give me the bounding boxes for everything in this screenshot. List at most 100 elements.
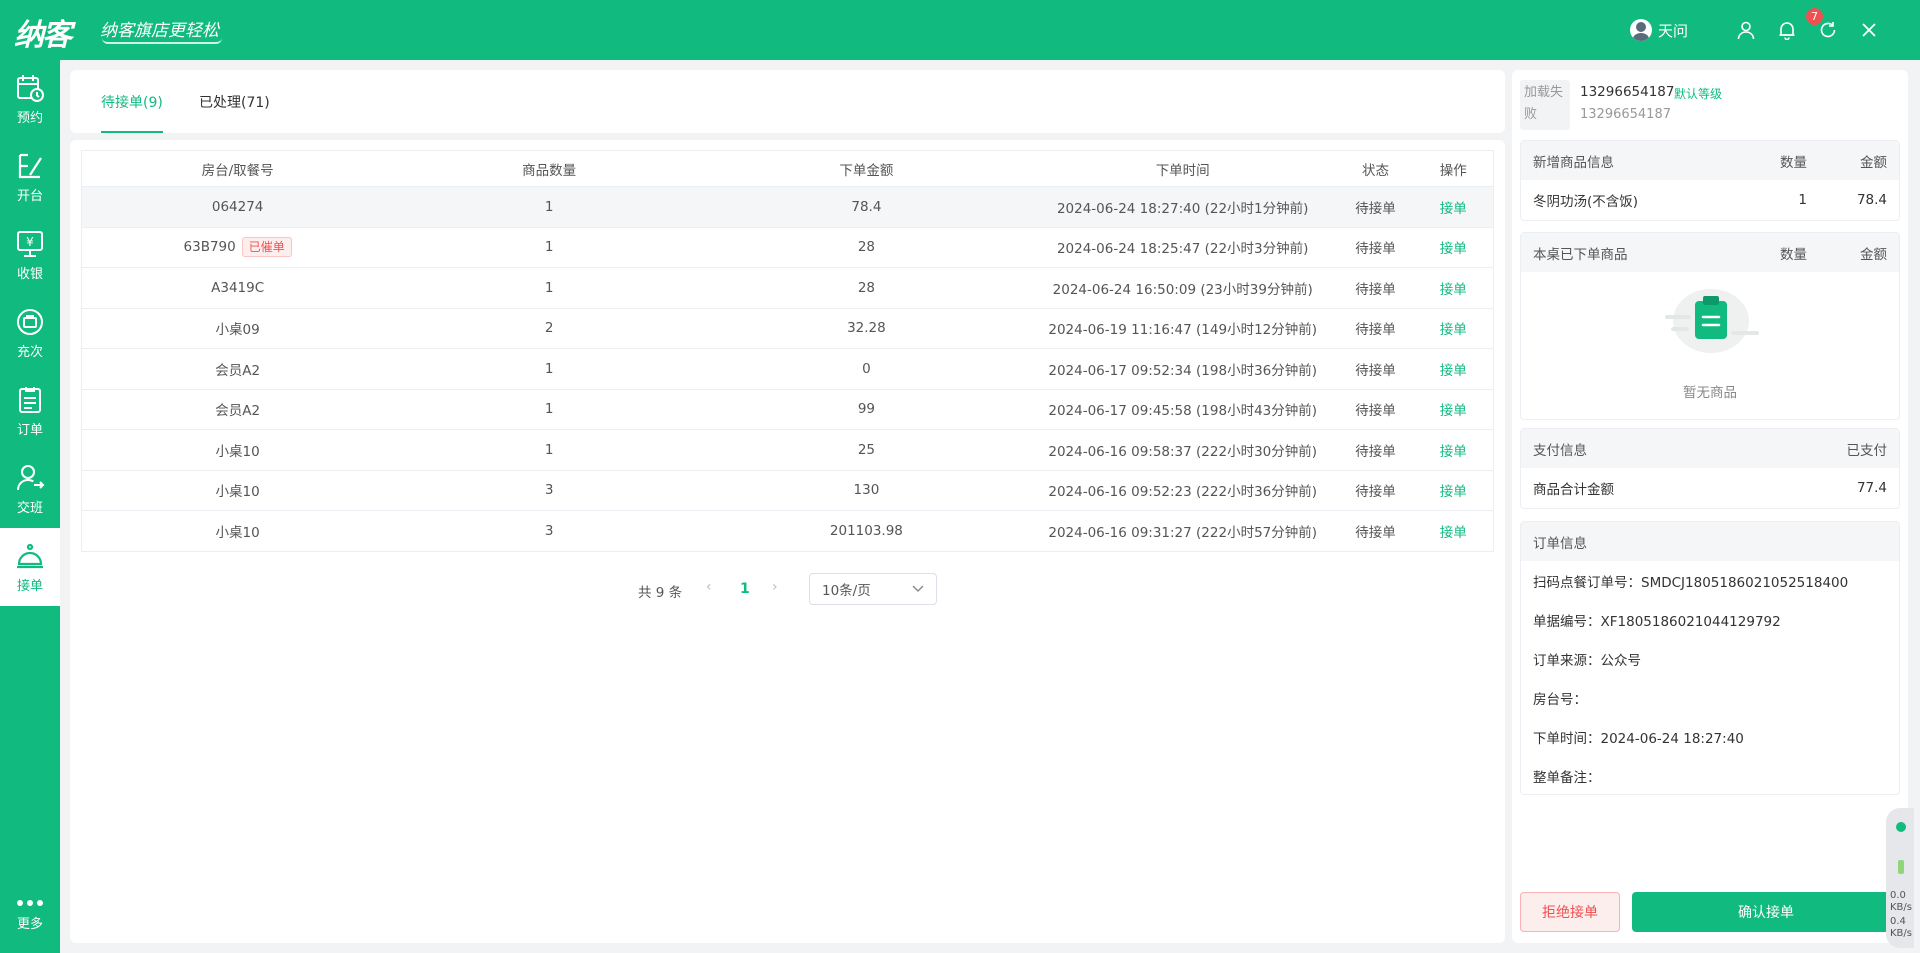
page-number[interactable]: 1 xyxy=(740,581,750,597)
cashier-icon: ¥ xyxy=(17,230,43,257)
order-tabs: 待接单(9) 已处理(71) xyxy=(70,70,1505,133)
column-header: 下单时间 xyxy=(1027,150,1338,187)
order-status: 待接单 xyxy=(1337,267,1414,309)
open-table-icon xyxy=(18,153,42,178)
order-amount: 78.4 xyxy=(705,186,1028,228)
order-status: 待接单 xyxy=(1337,227,1414,268)
ordered-items-section: 本桌已下单商品 数量 金额 暂无商品 xyxy=(1520,232,1900,420)
sidebar-item-label: 订单 xyxy=(16,422,43,438)
sidebar-item-reservation[interactable]: 预约 xyxy=(0,60,60,138)
table-row[interactable]: A3419C 1 28 2024-06-24 16:50:09 (23小时39分… xyxy=(81,267,1494,309)
payment-status: 已支付 xyxy=(1846,442,1888,459)
accept-order-link[interactable]: 接单 xyxy=(1440,525,1467,541)
chevron-left-icon[interactable]: ‹ xyxy=(706,579,712,595)
sidebar-item-label: 充次 xyxy=(16,344,43,360)
calendar-clock-icon xyxy=(17,74,44,102)
accept-order-link[interactable]: 接单 xyxy=(1440,363,1467,379)
accept-order-link[interactable]: 接单 xyxy=(1440,241,1467,257)
order-time: 2024-06-17 09:52:34 (198小时36分钟前) xyxy=(1027,348,1338,390)
item-quantity: 1 xyxy=(393,227,706,268)
sidebar-item-orders[interactable]: 订单 xyxy=(0,372,60,450)
confirm-order-button[interactable]: 确认接单 xyxy=(1632,892,1900,932)
order-amount: 28 xyxy=(705,227,1028,268)
sidebar-item-recharge[interactable]: 充次 xyxy=(0,294,60,372)
network-speed-widget[interactable]: 0.0 KB/s 0.4 KB/s xyxy=(1886,808,1914,948)
accept-order-link[interactable]: 接单 xyxy=(1440,403,1467,419)
table-number: 小桌10 xyxy=(81,470,394,511)
new-items-section: 新增商品信息 数量 金额 冬阴功汤(不含饭) 1 78.4 xyxy=(1520,140,1900,221)
table-number: 064274 xyxy=(81,186,394,228)
sidebar-item-shift[interactable]: 交班 xyxy=(0,450,60,528)
member-avatar-placeholder: 加载失败 xyxy=(1520,80,1570,130)
recharge-icon xyxy=(17,308,43,335)
sidebar-item-cashier[interactable]: ¥ 收银 xyxy=(0,216,60,294)
user-menu[interactable]: 天问 xyxy=(1630,18,1688,42)
order-amount: 32.28 xyxy=(705,308,1028,349)
item-quantity: 1 xyxy=(393,389,706,430)
column-header: 下单金额 xyxy=(705,150,1028,187)
accept-order-link[interactable]: 接单 xyxy=(1440,282,1467,298)
sidebar: 预约 开台 ¥ 收银 充次 订单 交班 接单 更多 xyxy=(0,60,60,953)
table-row[interactable]: 064274 1 78.4 2024-06-24 18:27:40 (22小时1… xyxy=(81,186,1494,228)
user-icon[interactable] xyxy=(1732,16,1760,44)
table-row[interactable]: 63B790 已催单 1 28 2024-06-24 18:25:47 (22小时… xyxy=(81,227,1494,268)
sidebar-item-label: 收银 xyxy=(16,266,43,282)
order-time: 2024-06-16 09:31:27 (222小时57分钟前) xyxy=(1027,510,1338,552)
sidebar-item-accept-orders[interactable]: 接单 xyxy=(0,528,60,606)
table-row[interactable]: 会员A2 1 99 2024-06-17 09:45:58 (198小时43分钟… xyxy=(81,389,1494,430)
page-size-select[interactable]: 10条/页 xyxy=(809,573,937,605)
speed-text: 0.4 xyxy=(1890,916,1906,927)
tab-pending[interactable]: 待接单(9) xyxy=(101,92,163,133)
shift-handover-icon xyxy=(17,464,45,490)
order-time: 2024-06-24 18:27:40 (22小时1分钟前) xyxy=(1027,186,1338,228)
sidebar-item-label: 交班 xyxy=(16,500,43,516)
more-dots-icon xyxy=(17,899,43,906)
member-level: 默认等级 xyxy=(1674,87,1723,101)
column-header: 房台/取餐号 xyxy=(81,150,394,187)
table-row[interactable]: 小桌10 3 201103.98 2024-06-16 09:31:27 (22… xyxy=(81,510,1494,552)
orders-table: 房台/取餐号 商品数量 下单金额 下单时间 状态 操作 064274 1 78.… xyxy=(81,150,1494,552)
accept-order-link[interactable]: 接单 xyxy=(1440,484,1467,500)
sidebar-item-more[interactable]: 更多 xyxy=(0,875,60,953)
column-header: 状态 xyxy=(1337,150,1414,187)
accept-order-link[interactable]: 接单 xyxy=(1440,322,1467,338)
page-size-value: 10条/页 xyxy=(822,583,871,599)
table-row[interactable]: 小桌09 2 32.28 2024-06-19 11:16:47 (149小时1… xyxy=(81,308,1494,349)
member-phone: 13296654187 xyxy=(1580,84,1675,100)
item-quantity: 2 xyxy=(393,308,706,349)
order-amount: 99 xyxy=(705,389,1028,430)
order-info-section: 订单信息 扫码点餐订单号：SMDCJ1805186021052518400 单据… xyxy=(1520,521,1900,795)
order-time: 2024-06-17 09:45:58 (198小时43分钟前) xyxy=(1027,389,1338,430)
order-time: 2024-06-16 09:58:37 (222小时30分钟前) xyxy=(1027,429,1338,471)
table-row[interactable]: 会员A2 1 0 2024-06-17 09:52:34 (198小时36分钟前… xyxy=(81,348,1494,390)
tab-processed[interactable]: 已处理(71) xyxy=(199,92,270,133)
item-quantity: 1 xyxy=(393,267,706,309)
order-time: 2024-06-24 18:25:47 (22小时3分钟前) xyxy=(1027,227,1338,268)
order-list-panel: 房台/取餐号 商品数量 下单金额 下单时间 状态 操作 064274 1 78.… xyxy=(70,140,1505,943)
accept-order-link[interactable]: 接单 xyxy=(1440,444,1467,460)
sidebar-item-label: 开台 xyxy=(16,188,43,204)
order-amount: 130 xyxy=(705,470,1028,511)
table-row[interactable]: 小桌10 3 130 2024-06-16 09:52:23 (222小时36分… xyxy=(81,470,1494,511)
bell-icon[interactable] xyxy=(1773,16,1801,44)
reject-order-button[interactable]: 拒绝接单 xyxy=(1520,892,1620,932)
column-header: 商品数量 xyxy=(393,150,706,187)
pagination-total: 共 9 条 xyxy=(638,585,683,601)
item-quantity: 1 xyxy=(393,429,706,471)
section-header: 订单信息 xyxy=(1521,522,1899,561)
order-status: 待接单 xyxy=(1337,186,1414,228)
item-quantity: 1 xyxy=(393,186,706,228)
order-info-line: 整单备注： xyxy=(1533,769,1601,786)
sidebar-item-open-table[interactable]: 开台 xyxy=(0,138,60,216)
chevron-down-icon xyxy=(912,585,924,592)
payment-section: 支付信息 已支付 商品合计金额 77.4 xyxy=(1520,428,1900,509)
item-quantity: 1 xyxy=(393,348,706,390)
order-status: 待接单 xyxy=(1337,389,1414,430)
table-row[interactable]: 小桌10 1 25 2024-06-16 09:58:37 (222小时30分钟… xyxy=(81,429,1494,471)
table-number: A3419C xyxy=(81,267,394,309)
close-icon[interactable] xyxy=(1855,16,1883,44)
accept-order-link[interactable]: 接单 xyxy=(1440,201,1467,217)
chevron-right-icon[interactable]: › xyxy=(772,579,778,595)
table-header-row: 房台/取餐号 商品数量 下单金额 下单时间 状态 操作 xyxy=(81,150,1494,187)
table-number: 会员A2 xyxy=(81,348,394,390)
